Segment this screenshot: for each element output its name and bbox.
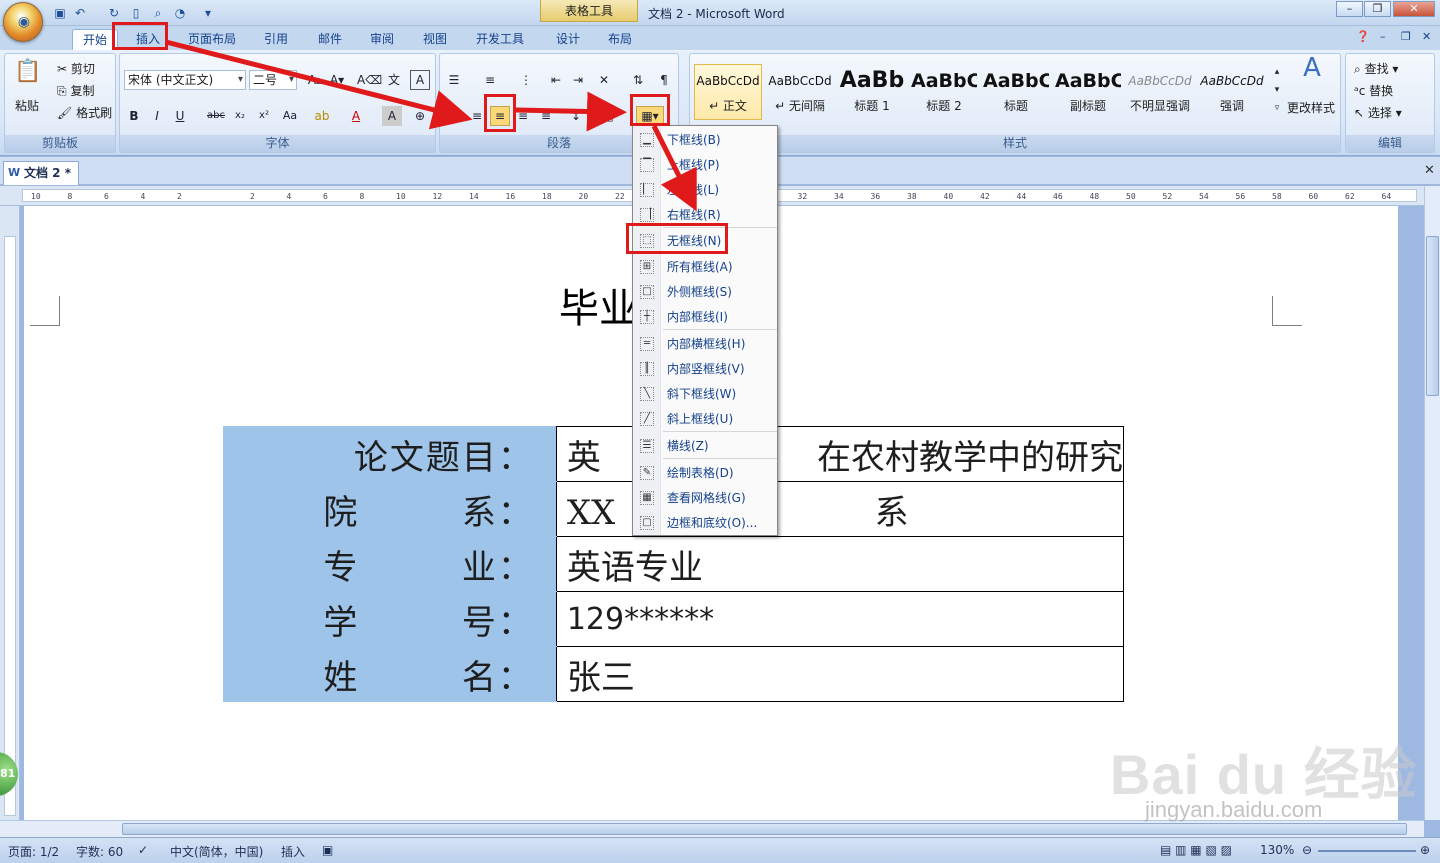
highlight-insert-tab [112,22,168,50]
highlight-borders-button [630,94,670,126]
highlight-no-border [626,223,728,254]
highlight-align-right [484,94,516,132]
arrow-to-borders [515,91,627,132]
annotation-arrows [165,39,697,212]
arrow-to-align-right [165,39,473,130]
arrow-to-no-border [651,124,697,212]
